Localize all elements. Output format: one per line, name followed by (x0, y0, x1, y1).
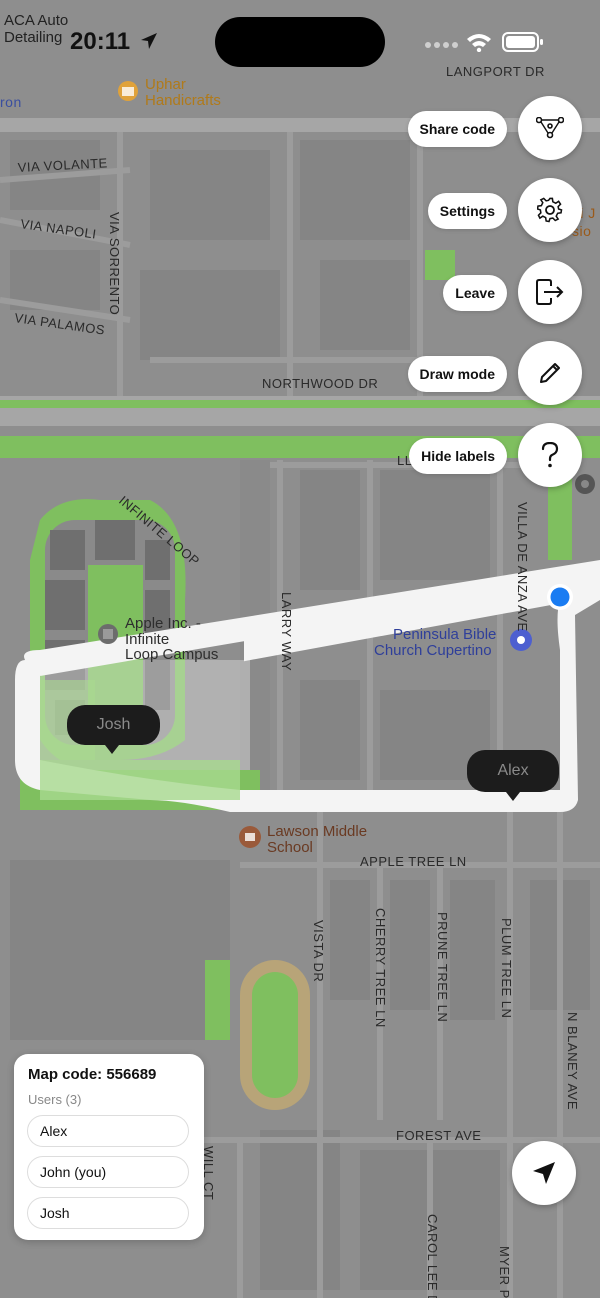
map-info-panel: Map code: 556689 Users (3) Alex John (yo… (14, 1054, 204, 1240)
poi-label: School (267, 839, 313, 856)
street-label: PRUNE TREE LN (435, 912, 450, 1022)
wifi-icon (467, 34, 491, 52)
street-label: ron (0, 94, 22, 110)
street-label: PLUM TREE LN (499, 918, 514, 1018)
draw-mode-label[interactable]: Draw mode (407, 356, 507, 392)
user-pin-josh-tail (105, 745, 119, 754)
user-item-josh[interactable]: Josh (27, 1197, 189, 1229)
street-label: CHERRY TREE LN (373, 908, 388, 1028)
location-arrow-icon (533, 1162, 555, 1184)
signal-icon (425, 42, 458, 48)
back-to-app-label[interactable]: ACA Auto Detailing (4, 12, 68, 46)
hide-labels-button[interactable] (518, 423, 582, 487)
clock: 20:11 (70, 28, 158, 56)
street-label: VILLA DE ANZA AVE (515, 502, 530, 632)
street-label: FOREST AVE (396, 1128, 481, 1143)
user-item-alex[interactable]: Alex (27, 1115, 189, 1147)
dynamic-island (215, 17, 385, 67)
share-graph-icon (536, 117, 564, 139)
poi-label: Lawson Middle (267, 823, 367, 840)
leave-button[interactable] (518, 260, 582, 324)
street-label: NORTHWOOD DR (262, 376, 378, 391)
users-header: Users (3) (28, 1092, 82, 1107)
street-label: LARRY WAY (279, 592, 294, 671)
hide-labels-label[interactable]: Hide labels (409, 438, 507, 474)
draw-mode-button[interactable] (518, 341, 582, 405)
user-pin-alex-tail (506, 792, 520, 801)
gear-icon (537, 197, 563, 223)
poi-label: Peninsula Bible (393, 626, 496, 643)
street-label: APPLE TREE LN (360, 854, 467, 869)
back-app-line2: Detailing (4, 29, 63, 46)
recenter-location-button[interactable] (512, 1141, 576, 1205)
map-code: Map code: 556689 (28, 1066, 157, 1083)
poi-label: Apple Inc. - (125, 615, 201, 632)
user-item-john[interactable]: John (you) (27, 1156, 189, 1188)
clock-time: 20:11 (70, 28, 131, 55)
settings-button[interactable] (518, 178, 582, 242)
back-app-line1: ACA Auto (4, 12, 69, 29)
settings-label[interactable]: Settings (427, 193, 507, 229)
pencil-icon (540, 363, 560, 383)
street-label: CAROL LEE DR (425, 1214, 440, 1298)
poi-label: Church Cupertino (374, 642, 492, 659)
share-code-button[interactable] (518, 96, 582, 160)
location-arrow-icon (140, 33, 157, 49)
street-label: VISTA DR (311, 920, 326, 982)
poi-label: Handicrafts (145, 92, 221, 109)
street-label: MYER P (497, 1246, 512, 1298)
street-label: VIA SORRENTO (107, 212, 122, 315)
battery-icon (502, 32, 543, 52)
status-icons (420, 28, 580, 58)
status-bar: ACA Auto Detailing 20:11 (0, 0, 600, 80)
user-pin-alex[interactable]: Alex (467, 750, 559, 792)
user-pin-josh[interactable]: Josh (67, 705, 160, 745)
leave-label[interactable]: Leave (443, 275, 507, 311)
street-label: N BLANEY AVE (565, 1012, 580, 1110)
share-code-label[interactable]: Share code (407, 111, 507, 147)
poi-label: Loop Campus (125, 646, 218, 663)
exit-icon (536, 279, 564, 305)
question-icon (541, 442, 559, 468)
